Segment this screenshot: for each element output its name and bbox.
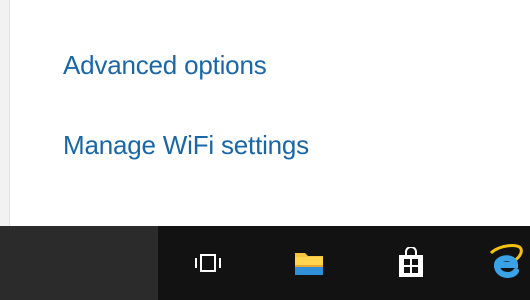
task-view-button[interactable] xyxy=(180,226,236,300)
task-view-icon xyxy=(195,254,221,272)
store-icon xyxy=(399,247,423,277)
taskbar xyxy=(0,226,530,300)
manage-wifi-settings-link[interactable]: Manage WiFi settings xyxy=(63,130,309,161)
taskbar-search-area[interactable] xyxy=(0,226,158,300)
network-flyout: Advanced options Manage WiFi settings xyxy=(10,0,530,226)
file-explorer-button[interactable] xyxy=(281,226,337,300)
internet-explorer-icon xyxy=(489,244,523,278)
store-button[interactable] xyxy=(383,226,439,300)
window-edge xyxy=(0,0,10,226)
internet-explorer-button[interactable] xyxy=(477,226,530,300)
file-explorer-icon xyxy=(295,253,323,275)
advanced-options-link[interactable]: Advanced options xyxy=(63,50,267,81)
